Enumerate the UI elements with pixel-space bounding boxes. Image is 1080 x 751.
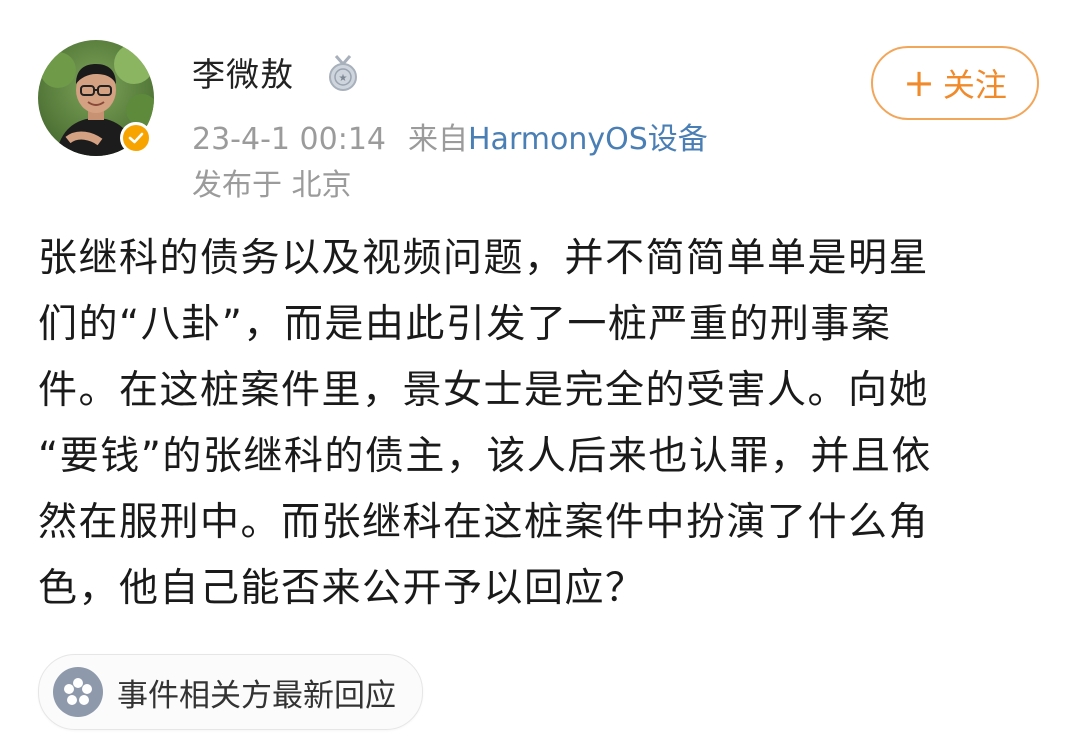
topic-chip[interactable]: 事件相关方最新回应 [38, 654, 423, 730]
source-device-link[interactable]: HarmonyOS设备 [468, 122, 708, 157]
avatar-container[interactable] [38, 40, 154, 156]
post-text-line: 张继科的债务以及视频问题，并不简简单单是明星 [38, 236, 930, 281]
post-text-line: 然在服刑中。而张继科在这桩案件中扮演了什么角 [38, 500, 930, 545]
plus-icon: + [903, 61, 935, 105]
post-text-line: 色，他自己能否来公开予以回应？ [38, 566, 646, 611]
user-name[interactable]: 李微敖 [192, 48, 294, 96]
medal-icon[interactable]: ★ [326, 54, 360, 92]
post-meta: 23-4-1 00:14 来自HarmonyOS设备 [192, 114, 708, 158]
flower-icon [53, 667, 103, 717]
source-prefix: 来自 [408, 122, 468, 157]
post-text-line: 件。在这桩案件里，景女士是完全的受害人。向她 [38, 368, 930, 413]
weibo-post: 李微敖 ★ 23-4-1 00:14 来自HarmonyOS设备 发布于 北京 +… [0, 0, 1080, 751]
follow-button-label: 关注 [942, 66, 1007, 104]
post-text-line: “要钱”的张继科的债主，该人后来也认罪，并且依 [38, 434, 932, 479]
post-text-line: 们的“八卦”，而是由此引发了一桩严重的刑事案 [38, 302, 892, 347]
follow-button[interactable]: + 关注 [871, 46, 1039, 120]
topic-label: 事件相关方最新回应 [117, 677, 396, 714]
svg-text:★: ★ [339, 73, 348, 84]
post-timestamp: 23-4-1 00:14 [192, 122, 386, 157]
post-location: 发布于 北京 [192, 168, 352, 203]
post-content: 张继科的债务以及视频问题，并不简简单单是明星 们的“八卦”，而是由此引发了一桩严… [38, 226, 1048, 622]
verified-check-icon [120, 122, 152, 154]
